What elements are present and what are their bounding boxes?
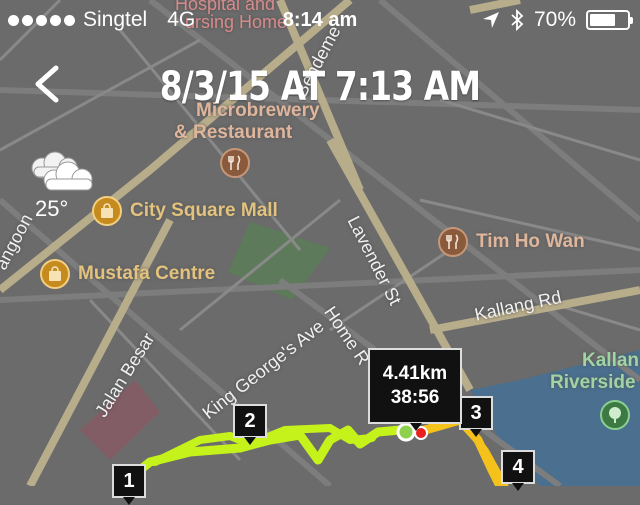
- cloud-icon: [31, 151, 93, 191]
- bluetooth-icon: [511, 9, 524, 31]
- run-duration: 38:56: [390, 387, 440, 408]
- poi-microbrewery-line1: Microbrewery: [196, 100, 320, 121]
- poi-kallang-riverside[interactable]: Kallan Riverside: [550, 350, 639, 430]
- battery-percent: 70%: [533, 8, 576, 31]
- poi-microbrewery-line2: & Restaurant: [174, 122, 293, 143]
- tree-icon: [600, 400, 630, 430]
- split-marker-1[interactable]: 1: [112, 464, 146, 505]
- temperature: 25°: [35, 196, 69, 221]
- network-label: 4G: [167, 8, 196, 31]
- location-arrow-icon: [482, 12, 499, 28]
- back-button[interactable]: [24, 56, 74, 106]
- poi-kallang-riverside-line1: Kallan: [582, 350, 640, 371]
- carrier-label: Singtel: [83, 8, 148, 31]
- split-marker-4[interactable]: 4: [501, 450, 535, 491]
- poi-kallang-riverside-line2: Riverside: [550, 372, 636, 393]
- poi-mustafa-centre-label: Mustafa Centre: [78, 263, 216, 284]
- poi-city-square-mall-label: City Square Mall: [130, 200, 278, 221]
- weather-widget: 25°: [20, 150, 100, 230]
- run-summary-callout[interactable]: 4.41km 38:56: [368, 348, 462, 431]
- shopping-bag-icon: [40, 259, 70, 289]
- poi-tim-ho-wan[interactable]: Tim Ho Wan: [438, 227, 585, 257]
- poi-city-square-mall[interactable]: City Square Mall: [92, 196, 278, 226]
- status-bar: Singtel 4G 8:14 am 70%: [0, 0, 640, 40]
- fork-knife-icon: [438, 227, 468, 257]
- battery-level: [590, 14, 616, 26]
- run-distance: 4.41km: [382, 363, 448, 384]
- poi-mustafa-centre[interactable]: Mustafa Centre: [40, 259, 215, 289]
- split-marker-3[interactable]: 3: [459, 396, 493, 437]
- poi-microbrewery[interactable]: Microbrewery & Restaurant: [174, 100, 320, 178]
- battery-icon: [586, 10, 633, 30]
- fork-knife-icon: [220, 148, 250, 178]
- signal-dots-icon: [8, 14, 75, 26]
- split-marker-2[interactable]: 2: [233, 404, 267, 445]
- chevron-left-icon: [35, 65, 59, 103]
- poi-tim-ho-wan-label: Tim Ho Wan: [476, 231, 585, 252]
